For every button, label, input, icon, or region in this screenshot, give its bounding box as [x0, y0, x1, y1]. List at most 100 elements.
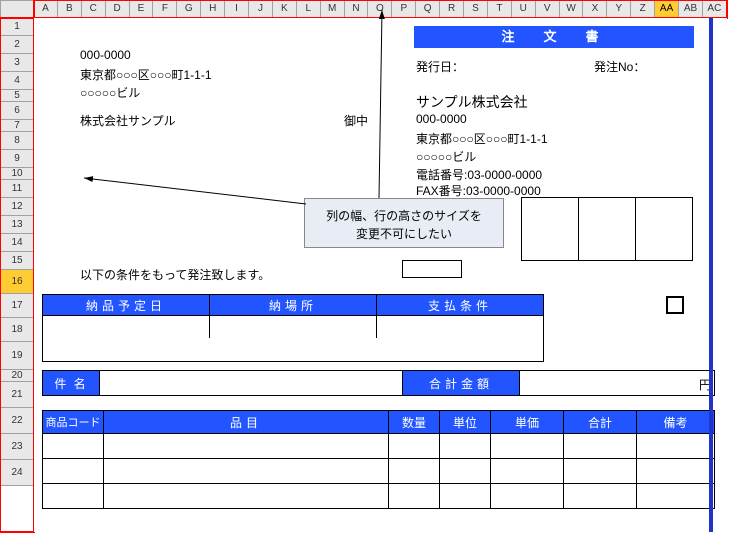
row-header-6[interactable]: 6	[0, 102, 34, 120]
row-header-3[interactable]: 3	[0, 54, 34, 72]
col-header-Z[interactable]: Z	[631, 1, 655, 19]
row-header-24[interactable]: 24	[0, 460, 34, 486]
col-header-AA[interactable]: AA	[655, 1, 679, 19]
cell-r2-item[interactable]	[103, 458, 389, 484]
grid-area[interactable]: 注 文 書 000-0000 東京都○○○区○○○町1-1-1 ○○○○○ビル …	[34, 18, 727, 532]
cell-r3-code[interactable]	[42, 483, 104, 509]
cell-r3-total[interactable]	[563, 483, 637, 509]
row-header-18[interactable]: 18	[0, 318, 34, 342]
row-header-1[interactable]: 1	[0, 18, 34, 36]
col-header-P[interactable]: P	[392, 1, 416, 19]
col-header-AC[interactable]: AC	[703, 1, 727, 19]
col-header-B[interactable]: B	[58, 1, 82, 19]
cell-row18[interactable]	[42, 338, 544, 362]
row-header-5[interactable]: 5	[0, 90, 34, 102]
cell-r3-price[interactable]	[490, 483, 564, 509]
col-header-M[interactable]: M	[321, 1, 345, 19]
hdr-code: 商品コード	[42, 410, 104, 434]
cell-deliv-loc[interactable]	[209, 315, 377, 339]
row-header-9[interactable]: 9	[0, 150, 34, 168]
row-header-19[interactable]: 19	[0, 342, 34, 370]
row-header-12[interactable]: 12	[0, 198, 34, 216]
cell-r2-qty[interactable]	[388, 458, 440, 484]
issue-date-label: 発行日：	[416, 58, 464, 75]
cell-r2-code[interactable]	[42, 458, 104, 484]
cell-r2-total[interactable]	[563, 458, 637, 484]
col-header-AB[interactable]: AB	[679, 1, 703, 19]
cell-kenmei[interactable]	[99, 370, 403, 396]
col-header-U[interactable]: U	[512, 1, 536, 19]
col-header-D[interactable]: D	[106, 1, 130, 19]
supplier-postal: 000-0000	[416, 112, 467, 126]
cell-r3-remarks[interactable]	[636, 483, 715, 509]
row-header-15[interactable]: 15	[0, 252, 34, 270]
col-header-J[interactable]: J	[249, 1, 273, 19]
row-header-10[interactable]: 10	[0, 168, 34, 180]
col-header-T[interactable]: T	[488, 1, 512, 19]
col-header-C[interactable]: C	[82, 1, 106, 19]
col-header-R[interactable]: R	[440, 1, 464, 19]
hdr-price: 単価	[490, 410, 564, 434]
cell-r2-price[interactable]	[490, 458, 564, 484]
cell-r2-unit[interactable]	[439, 458, 491, 484]
cell-r3-unit[interactable]	[439, 483, 491, 509]
small-cell	[402, 260, 462, 278]
hdr-pay-terms: 支払条件	[376, 294, 544, 316]
row-header-4[interactable]: 4	[0, 72, 34, 90]
col-header-V[interactable]: V	[536, 1, 560, 19]
select-all-corner[interactable]	[0, 0, 34, 18]
col-header-N[interactable]: N	[345, 1, 369, 19]
cell-r1-remarks[interactable]	[636, 433, 715, 459]
row-header-20[interactable]: 20	[0, 370, 34, 382]
hdr-goukei: 合計金額	[402, 370, 520, 396]
col-header-I[interactable]: I	[225, 1, 249, 19]
col-header-S[interactable]: S	[464, 1, 488, 19]
cell-r2-remarks[interactable]	[636, 458, 715, 484]
hdr-item: 品目	[103, 410, 389, 434]
row-header-7[interactable]: 7	[0, 120, 34, 132]
row-headers: 123456789101112131415161718192021222324	[0, 18, 34, 486]
col-header-O[interactable]: O	[368, 1, 392, 19]
row-header-16[interactable]: 16	[0, 270, 34, 294]
col-header-E[interactable]: E	[130, 1, 154, 19]
onchu-label: 御中	[344, 112, 368, 129]
col-header-K[interactable]: K	[273, 1, 297, 19]
supplier-company: サンプル株式会社	[416, 92, 528, 112]
row-header-13[interactable]: 13	[0, 216, 34, 234]
col-header-X[interactable]: X	[583, 1, 607, 19]
callout-line1: 列の幅、行の高さのサイズを	[313, 207, 495, 225]
col-header-Q[interactable]: Q	[416, 1, 440, 19]
cell-pay-terms[interactable]	[376, 315, 544, 339]
hdr-kenmei: 件 名	[42, 370, 100, 396]
cell-deliv-date[interactable]	[42, 315, 210, 339]
cell-r1-unit[interactable]	[439, 433, 491, 459]
cell-r1-total[interactable]	[563, 433, 637, 459]
cell-r1-item[interactable]	[103, 433, 389, 459]
col-header-H[interactable]: H	[201, 1, 225, 19]
col-header-G[interactable]: G	[177, 1, 201, 19]
cell-r3-qty[interactable]	[388, 483, 440, 509]
col-header-L[interactable]: L	[297, 1, 321, 19]
cell-goukei[interactable]	[519, 370, 715, 396]
row-header-21[interactable]: 21	[0, 382, 34, 408]
cell-r3-item[interactable]	[103, 483, 389, 509]
row-header-14[interactable]: 14	[0, 234, 34, 252]
document-content: 注 文 書 000-0000 東京都○○○区○○○町1-1-1 ○○○○○ビル …	[34, 18, 727, 532]
col-header-Y[interactable]: Y	[607, 1, 631, 19]
row-header-23[interactable]: 23	[0, 434, 34, 460]
sender-postal: 000-0000	[80, 48, 131, 62]
row-header-8[interactable]: 8	[0, 132, 34, 150]
cell-r1-code[interactable]	[42, 433, 104, 459]
row-header-22[interactable]: 22	[0, 408, 34, 434]
cell-r1-price[interactable]	[490, 433, 564, 459]
col-header-W[interactable]: W	[560, 1, 584, 19]
row-header-2[interactable]: 2	[0, 36, 34, 54]
supplier-building: ○○○○○ビル	[416, 148, 476, 165]
callout-line2: 変更不可にしたい	[313, 225, 495, 243]
col-header-A[interactable]: A	[34, 1, 58, 19]
row-header-17[interactable]: 17	[0, 294, 34, 318]
row-header-11[interactable]: 11	[0, 180, 34, 198]
cell-r1-qty[interactable]	[388, 433, 440, 459]
col-header-F[interactable]: F	[153, 1, 177, 19]
hdr-unit: 単位	[439, 410, 491, 434]
